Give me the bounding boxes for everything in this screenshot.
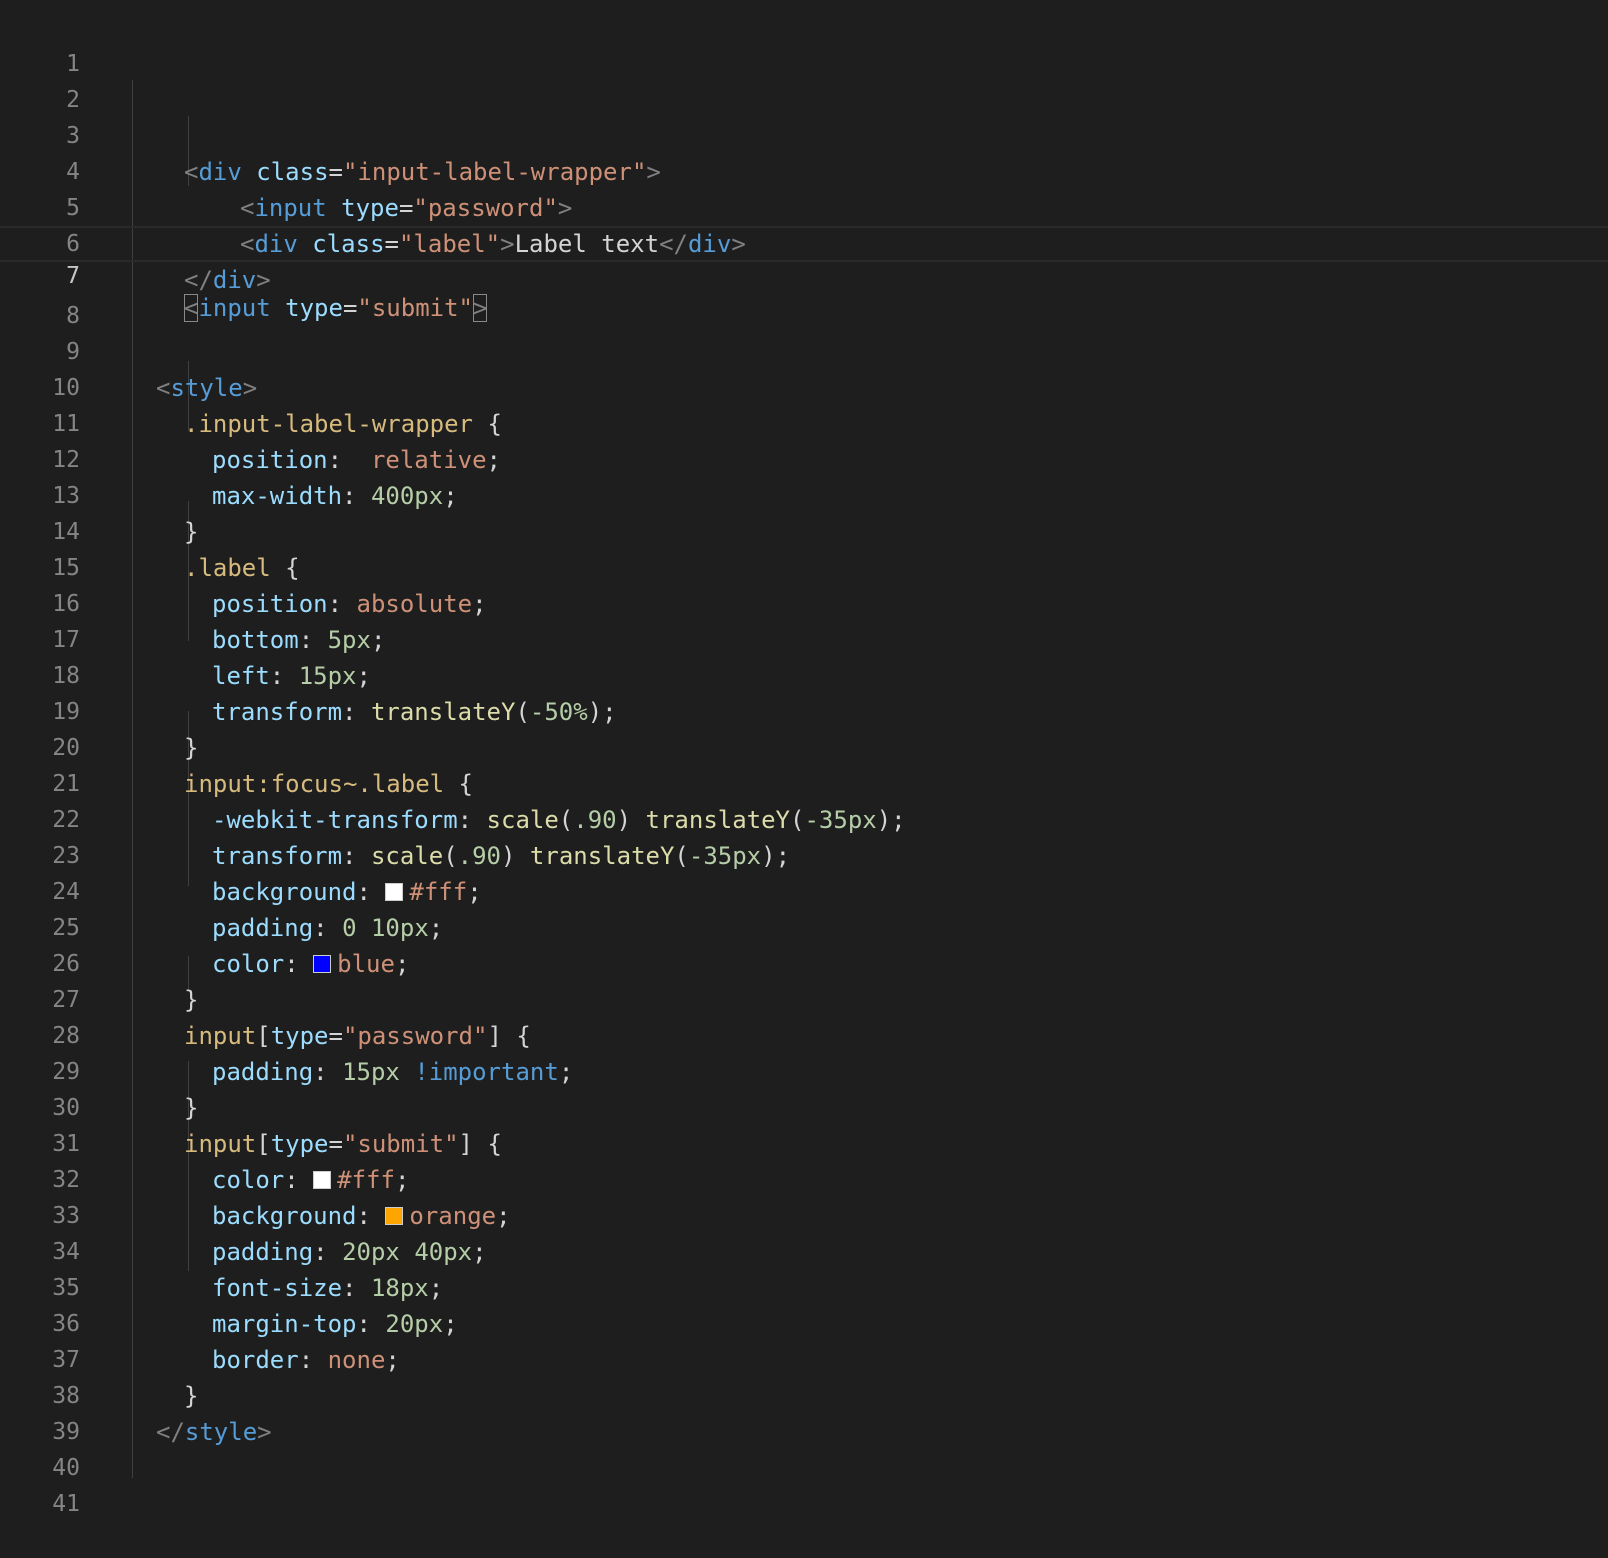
code-line[interactable]: 34 font-size: 18px; [0,1198,1608,1302]
code-line[interactable]: 6 </div> [0,190,1608,294]
code-line[interactable]: 2 [0,46,1608,113]
code-line[interactable]: 26 } [0,910,1608,1014]
code-line[interactable]: 39 [0,1378,1608,1445]
code-line[interactable]: 13 } [0,442,1608,546]
code-line[interactable]: 35 margin-top: 20px; [0,1234,1608,1338]
code-line[interactable]: 21 -webkit-transform: scale(.90) transla… [0,730,1608,834]
code-line[interactable]: 10 .input-label-wrapper { [0,334,1608,438]
code-line[interactable]: 17 left: 15px; [0,586,1608,690]
code-line[interactable]: 22 transform: scale(.90) translateY(-35p… [0,766,1608,870]
code-line-current[interactable]: 7 <input type="submit"> [0,226,1608,322]
code-line[interactable]: 27 input[type="password"] { [0,946,1608,1050]
code-line[interactable]: 29 } [0,1018,1608,1122]
code-lines: 1 2 3 <div class="input-label-wrapper"> … [0,10,1608,1517]
code-line[interactable]: 36 border: none; [0,1270,1608,1374]
code-line[interactable]: 19 } [0,658,1608,762]
code-line[interactable]: 41 [0,1450,1608,1517]
code-line[interactable]: 20 input:focus~.label { [0,694,1608,798]
code-line[interactable]: 40 [0,1414,1608,1481]
code-line[interactable]: 33 padding: 20px 40px; [0,1162,1608,1266]
code-line[interactable]: 1 [0,10,1608,77]
code-line[interactable]: 23 background: #fff; [0,802,1608,906]
code-line[interactable]: 11 position: relative; [0,370,1608,474]
code-line[interactable]: 30 input[type="submit"] { [0,1054,1608,1158]
code-line[interactable]: 37 } [0,1306,1608,1410]
code-line[interactable]: 12 max-width: 400px; [0,406,1608,510]
code-line[interactable]: 14 .label { [0,478,1608,582]
code-line[interactable]: 25 color: blue; [0,874,1608,978]
code-line[interactable]: 38 </style> [0,1342,1608,1446]
code-line[interactable]: 28 padding: 15px !important; [0,982,1608,1086]
code-editor[interactable]: 1 2 3 <div class="input-label-wrapper"> … [0,0,1608,1517]
code-line[interactable]: 16 bottom: 5px; [0,550,1608,654]
code-line[interactable]: 31 color: #fff; [0,1090,1608,1194]
line-number: 41 [52,1491,80,1517]
code-line[interactable]: 18 transform: translateY(-50%); [0,622,1608,726]
code-line[interactable]: 24 padding: 0 10px; [0,838,1608,942]
code-line[interactable]: 15 position: absolute; [0,514,1608,618]
code-line[interactable]: 9 <style> [0,298,1608,402]
code-line[interactable]: 3 <div class="input-label-wrapper"> [0,82,1608,186]
code-line[interactable]: 32 background: orange; [0,1126,1608,1230]
code-line[interactable]: 8 [0,262,1608,329]
code-line[interactable]: 5 <div class="label">Label text</div> [0,154,1608,258]
code-line[interactable]: 4 <input type="password"> [0,118,1608,222]
